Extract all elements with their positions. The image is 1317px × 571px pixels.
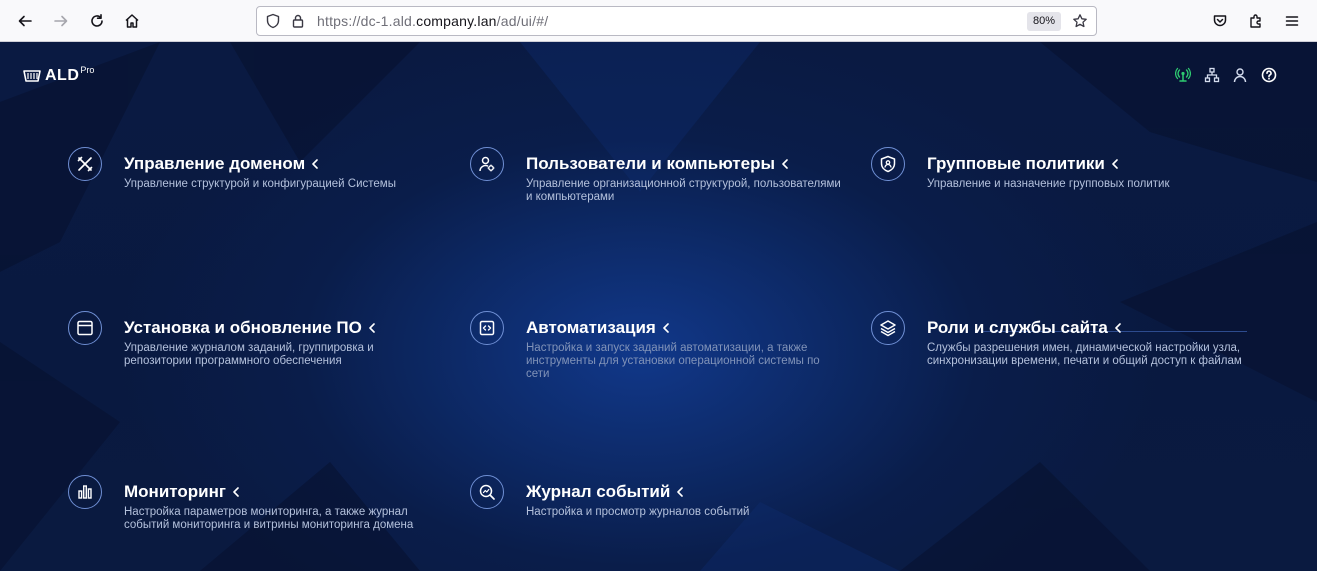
tile-title[interactable]: Роли и службы сайта xyxy=(927,318,1122,338)
ald-pro-logo[interactable]: ALD Pro xyxy=(23,65,95,86)
code-window-icon xyxy=(470,311,504,345)
tile-description: Управление журналом заданий, группировка… xyxy=(124,342,374,367)
tile-title-text: Роли и службы сайта xyxy=(927,318,1108,337)
tile-title[interactable]: Автоматизация xyxy=(526,318,670,338)
url-prefix: https://dc-1.ald. xyxy=(317,13,417,29)
tile-title-text: Автоматизация xyxy=(526,318,656,337)
url-text: https://dc-1.ald.company.lan/ad/ui/#/ xyxy=(317,13,548,29)
tools-icon xyxy=(68,147,102,181)
tile-description: Службы разрешения имен, динамической нас… xyxy=(927,342,1242,367)
chevron-left-icon xyxy=(1115,323,1121,333)
tile-description: Настройка параметров мониторинга, а такж… xyxy=(124,506,414,531)
tile-title[interactable]: Управление доменом xyxy=(124,154,319,174)
logo-superscript: Pro xyxy=(80,65,95,75)
browser-toolbar: https://dc-1.ald.company.lan/ad/ui/#/ 80… xyxy=(0,0,1317,42)
sitemap-icon[interactable] xyxy=(1204,67,1220,83)
main-page: ALD Pro Управление доменом Управление ст… xyxy=(0,42,1317,571)
shield-user-icon xyxy=(871,147,905,181)
tile-title[interactable]: Мониторинг xyxy=(124,482,240,502)
tile-title-text: Установка и обновление ПО xyxy=(124,318,362,337)
url-host: company.lan xyxy=(416,13,497,29)
bar-chart-icon xyxy=(68,475,102,509)
tile-title[interactable]: Установка и обновление ПО xyxy=(124,318,376,338)
layers-icon xyxy=(871,311,905,345)
tile-description: Настройка и запуск заданий автоматизации… xyxy=(526,342,820,380)
home-icon[interactable] xyxy=(120,9,144,33)
shield-icon[interactable] xyxy=(265,13,281,29)
logo-icon xyxy=(23,70,41,82)
pocket-icon[interactable] xyxy=(1208,9,1232,33)
user-settings-icon xyxy=(470,147,504,181)
tile-description: Настройка и просмотр журналов событий xyxy=(526,506,750,518)
address-bar[interactable]: https://dc-1.ald.company.lan/ad/ui/#/ 80… xyxy=(256,6,1097,36)
star-icon[interactable] xyxy=(1072,13,1088,29)
chevron-left-icon xyxy=(663,323,669,333)
tile-title-text: Мониторинг xyxy=(124,482,226,501)
chevron-left-icon xyxy=(312,159,318,169)
forward-icon[interactable] xyxy=(49,9,73,33)
logo-text: ALD xyxy=(45,67,80,84)
chevron-left-icon xyxy=(369,323,375,333)
reload-icon[interactable] xyxy=(85,9,109,33)
url-path: /ad/ui/#/ xyxy=(496,13,549,29)
search-log-icon xyxy=(470,475,504,509)
connection-status-icon[interactable] xyxy=(1175,67,1191,83)
window-icon xyxy=(68,311,102,345)
tile-description: Управление структурой и конфигурацией Си… xyxy=(124,178,396,190)
menu-icon[interactable] xyxy=(1280,9,1304,33)
tile-title[interactable]: Групповые политики xyxy=(927,154,1119,174)
tile-description: Управление организационной структурой, п… xyxy=(526,178,841,203)
zoom-badge[interactable]: 80% xyxy=(1026,12,1061,31)
user-icon[interactable] xyxy=(1232,67,1248,83)
lock-icon[interactable] xyxy=(290,13,306,29)
tile-title-text: Пользователи и компьютеры xyxy=(526,154,775,173)
help-icon[interactable] xyxy=(1261,67,1277,83)
tile-title-text: Групповые политики xyxy=(927,154,1105,173)
chevron-left-icon xyxy=(1112,159,1118,169)
tile-title-text: Журнал событий xyxy=(526,482,671,501)
chevron-left-icon xyxy=(782,159,788,169)
tile-title-text: Управление доменом xyxy=(124,154,306,173)
tile-description: Управление и назначение групповых полити… xyxy=(927,178,1170,190)
extensions-icon[interactable] xyxy=(1244,9,1268,33)
chevron-left-icon xyxy=(677,487,684,497)
tile-title[interactable]: Журнал событий xyxy=(526,482,684,502)
back-icon[interactable] xyxy=(13,9,37,33)
chevron-left-icon xyxy=(233,487,239,497)
tile-title[interactable]: Пользователи и компьютеры xyxy=(526,154,789,174)
